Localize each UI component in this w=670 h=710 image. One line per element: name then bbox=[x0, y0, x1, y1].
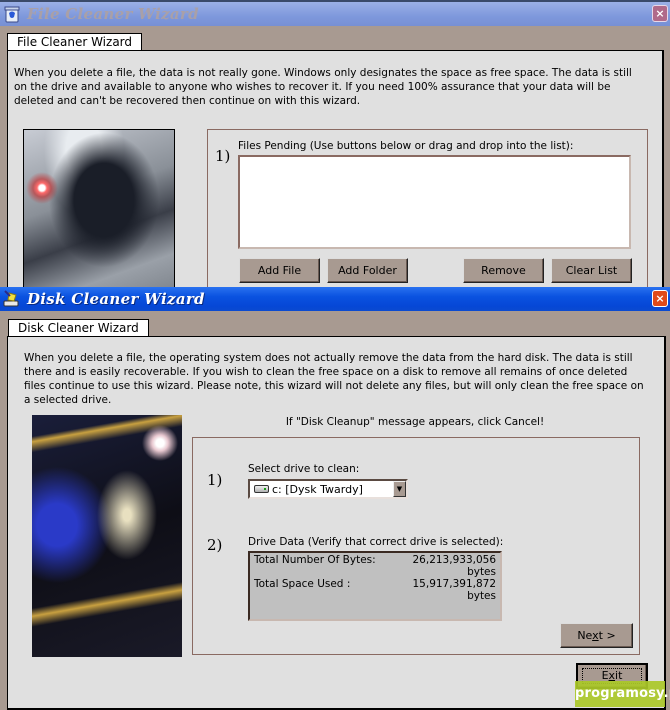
wizard-image bbox=[32, 415, 182, 657]
disk-cleanup-notice: If "Disk Cleanup" message appears, click… bbox=[285, 416, 545, 428]
file-cleaner-window: File Cleaner Wizard × File Cleaner Wizar… bbox=[0, 2, 670, 300]
files-pending-label: Files Pending (Use buttons below or drag… bbox=[238, 140, 574, 152]
drive-data-label: Drive Data (Verify that correct drive is… bbox=[248, 536, 504, 548]
drive-data-box: Total Number Of Bytes: 26,213,933,056 by… bbox=[248, 551, 502, 621]
hard-drive-icon bbox=[254, 485, 269, 493]
tab-disk-cleaner-wizard[interactable]: Disk Cleaner Wizard bbox=[8, 319, 149, 336]
next-label-post: t > bbox=[598, 628, 616, 642]
data-row-total-bytes: Total Number Of Bytes: 26,213,933,056 by… bbox=[254, 554, 496, 578]
selected-drive: c: [Dysk Twardy] bbox=[272, 482, 363, 496]
step-1-number: 1) bbox=[207, 471, 223, 489]
intro-text: When you delete a file, the data is not … bbox=[14, 67, 632, 107]
watermark: programosy.pl bbox=[575, 681, 670, 707]
next-label-pre: Ne bbox=[577, 628, 593, 642]
tab-file-cleaner-wizard[interactable]: File Cleaner Wizard bbox=[7, 33, 143, 50]
close-button[interactable]: × bbox=[652, 5, 668, 22]
close-button[interactable]: × bbox=[652, 290, 668, 307]
add-file-button[interactable]: Add File bbox=[239, 258, 320, 283]
data-row-space-used: Total Space Used : 15,917,391,872 bytes bbox=[254, 578, 496, 602]
step-2-number: 2) bbox=[207, 536, 223, 554]
data-key: Total Number Of Bytes: bbox=[254, 554, 376, 566]
clear-list-button[interactable]: Clear List bbox=[551, 258, 632, 283]
window-title: File Cleaner Wizard bbox=[27, 5, 199, 23]
title-bar[interactable]: Disk Cleaner Wizard × bbox=[0, 287, 670, 311]
data-value: 15,917,391,872 bytes bbox=[412, 578, 497, 602]
data-value: 26,213,933,056 bytes bbox=[412, 554, 497, 578]
remove-button[interactable]: Remove bbox=[463, 258, 544, 283]
step-1-number: 1) bbox=[215, 147, 231, 165]
title-bar[interactable]: File Cleaner Wizard × bbox=[0, 2, 670, 26]
files-pending-list[interactable] bbox=[238, 155, 631, 249]
add-folder-button[interactable]: Add Folder bbox=[327, 258, 408, 283]
recycle-bin-icon bbox=[3, 5, 21, 23]
disk-cleaner-icon bbox=[3, 290, 21, 308]
drive-select[interactable]: c: [Dysk Twardy] ▼ bbox=[248, 479, 408, 499]
next-button[interactable]: Next > bbox=[560, 623, 633, 648]
window-title: Disk Cleaner Wizard bbox=[27, 290, 205, 308]
wizard-image bbox=[23, 129, 175, 299]
intro-text: When you delete a file, the operating sy… bbox=[24, 352, 644, 406]
chevron-down-icon[interactable]: ▼ bbox=[393, 481, 406, 497]
select-drive-label: Select drive to clean: bbox=[248, 463, 360, 475]
data-key: Total Space Used : bbox=[254, 578, 351, 590]
disk-cleaner-window: Disk Cleaner Wizard × Disk Cleaner Wizar… bbox=[0, 287, 670, 710]
